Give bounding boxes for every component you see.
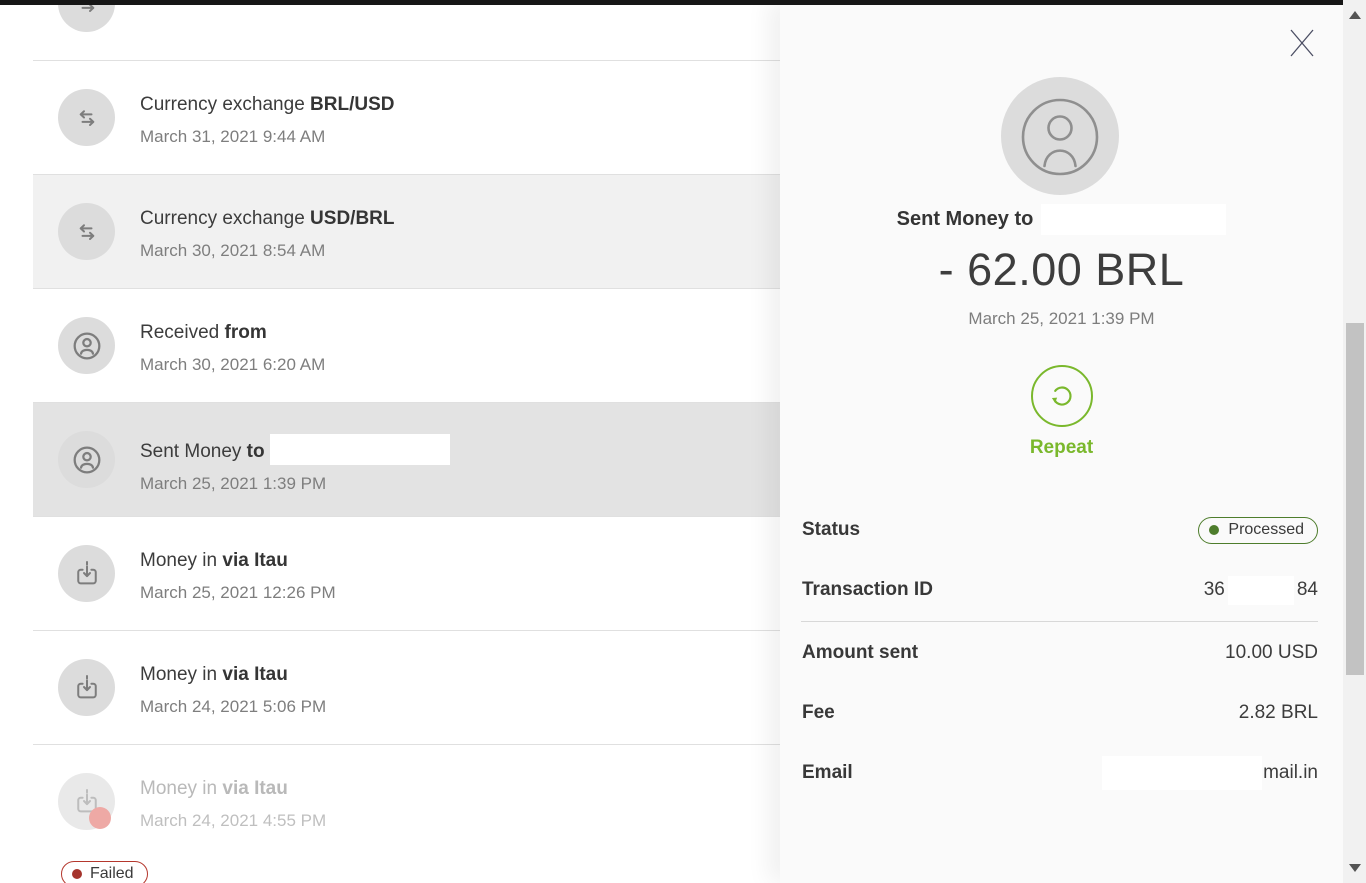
row-title: Received from <box>140 320 770 346</box>
scrollbar-thumb[interactable] <box>1346 323 1364 675</box>
currency-exchange-icon <box>72 217 102 247</box>
row-title-regular: Money in <box>140 664 222 685</box>
panel-divider <box>801 621 1318 622</box>
status-badge: Processed <box>1198 517 1318 544</box>
status-label: Status <box>802 519 860 541</box>
money-in-icon <box>72 559 102 589</box>
recipient-redaction <box>1041 204 1226 235</box>
scroll-up-icon <box>1349 11 1361 19</box>
avatar <box>1001 77 1119 195</box>
transaction-row[interactable]: Currency exchange USD/BRL March 30, 2021… <box>33 175 780 289</box>
person-icon <box>70 329 104 363</box>
transaction-row[interactable]: Received from March 30, 2021 6:20 AM <box>33 289 780 403</box>
transaction-row[interactable]: March 31, 2021 9:45 AM <box>33 0 780 61</box>
row-redaction <box>270 434 450 465</box>
row-title: Currency exchange USD/BRL <box>140 206 770 232</box>
transaction-id-start: 36 <box>1204 579 1225 601</box>
amount-sent-row: Amount sent 10.00 USD <box>802 637 1318 669</box>
row-title-regular: Currency exchange <box>140 208 310 229</box>
transaction-row[interactable]: Money in via Itau March 25, 2021 12:26 P… <box>33 517 780 631</box>
status-row: Status Processed <box>802 514 1318 546</box>
email-redaction <box>1102 756 1262 790</box>
row-title: Money in via Itau <box>140 662 770 688</box>
row-icon-circle <box>58 773 115 830</box>
amount-sent-label: Amount sent <box>802 642 918 664</box>
row-date: March 30, 2021 6:20 AM <box>140 353 770 377</box>
transaction-detail-panel: Sent Money to - 62.00 BRL March 25, 2021… <box>780 0 1343 883</box>
row-date: March 31, 2021 9:44 AM <box>140 125 770 149</box>
repeat-button[interactable]: Repeat <box>780 365 1343 459</box>
email-value: mail.in <box>1102 756 1318 790</box>
failed-status-badge: Failed <box>61 861 148 883</box>
row-date: March 24, 2021 4:55 PM <box>140 809 770 833</box>
row-icon-circle <box>58 89 115 146</box>
transaction-row[interactable]: Money in via Itau March 24, 2021 5:06 PM <box>33 631 780 745</box>
row-title-regular: Sent Money <box>140 441 247 462</box>
row-title-bold: via Itau <box>222 778 287 799</box>
row-title-bold: from <box>225 322 267 343</box>
row-icon-circle <box>58 431 115 488</box>
row-title-regular: Money in <box>140 550 222 571</box>
scroll-down-button[interactable] <box>1343 853 1366 883</box>
transaction-row[interactable]: Currency exchange BRL/USD March 31, 2021… <box>33 61 780 175</box>
row-title: Money in via Itau <box>140 548 770 574</box>
top-black-strip <box>0 0 1346 5</box>
currency-exchange-icon <box>72 103 102 133</box>
row-title-bold: BRL/USD <box>310 94 394 115</box>
fee-label: Fee <box>802 702 835 724</box>
row-date: March 25, 2021 1:39 PM <box>140 472 770 496</box>
status-value: Processed <box>1228 522 1304 538</box>
page: March 31, 2021 9:45 AM Currency exchange… <box>0 0 1366 883</box>
transaction-id-row: Transaction ID 36 84 <box>802 574 1318 606</box>
row-date: March 30, 2021 8:54 AM <box>140 239 770 263</box>
row-title: Money in via Itau <box>140 776 770 802</box>
transaction-list: March 31, 2021 9:45 AM Currency exchange… <box>0 0 780 883</box>
row-title: Sent Money to <box>140 434 770 465</box>
transaction-row[interactable]: Money in via Itau March 24, 2021 4:55 PM <box>33 745 780 883</box>
row-title-bold: via Itau <box>222 664 287 685</box>
notification-dot <box>89 807 111 829</box>
scroll-up-button[interactable] <box>1343 0 1366 30</box>
person-avatar-icon <box>1001 77 1119 195</box>
email-label: Email <box>802 762 853 784</box>
email-visible-text: mail.in <box>1263 762 1318 784</box>
row-title-bold: via Itau <box>222 550 287 571</box>
person-icon <box>70 443 104 477</box>
transaction-id-end: 84 <box>1297 579 1318 601</box>
row-title-bold: to <box>247 441 265 462</box>
transaction-date: March 25, 2021 1:39 PM <box>780 309 1343 329</box>
row-title-bold: USD/BRL <box>310 208 394 229</box>
panel-title: Sent Money to <box>780 204 1343 235</box>
amount-sent-value: 10.00 USD <box>1225 642 1318 664</box>
fee-value: 2.82 BRL <box>1239 702 1318 724</box>
row-icon-circle <box>58 659 115 716</box>
money-in-icon <box>72 673 102 703</box>
status-dot-icon <box>1209 525 1219 535</box>
row-title-regular: Money in <box>140 778 222 799</box>
row-title: Currency exchange BRL/USD <box>140 92 770 118</box>
failed-badge-label: Failed <box>90 866 134 882</box>
transaction-id-label: Transaction ID <box>802 579 933 601</box>
row-date: March 24, 2021 5:06 PM <box>140 695 770 719</box>
transaction-amount: - 62.00 BRL <box>780 244 1343 296</box>
email-row: Email mail.in <box>802 757 1318 789</box>
failed-dot-icon <box>72 869 82 879</box>
fee-row: Fee 2.82 BRL <box>802 697 1318 729</box>
repeat-label: Repeat <box>1030 437 1093 459</box>
row-title-regular: Received <box>140 322 225 343</box>
transaction-row[interactable]: Sent Money to March 25, 2021 1:39 PM <box>33 403 780 517</box>
scrollbar[interactable] <box>1343 0 1366 883</box>
panel-title-text: Sent Money to <box>897 208 1034 231</box>
close-icon[interactable] <box>1287 28 1317 58</box>
scroll-down-icon <box>1349 864 1361 872</box>
row-icon-circle <box>58 203 115 260</box>
transaction-id-value: 36 84 <box>1204 576 1318 605</box>
row-icon-circle <box>58 317 115 374</box>
row-date: March 25, 2021 12:26 PM <box>140 581 770 605</box>
transaction-id-redaction <box>1228 576 1294 605</box>
row-icon-circle <box>58 545 115 602</box>
repeat-icon <box>1045 379 1079 413</box>
row-title-regular: Currency exchange <box>140 94 310 115</box>
